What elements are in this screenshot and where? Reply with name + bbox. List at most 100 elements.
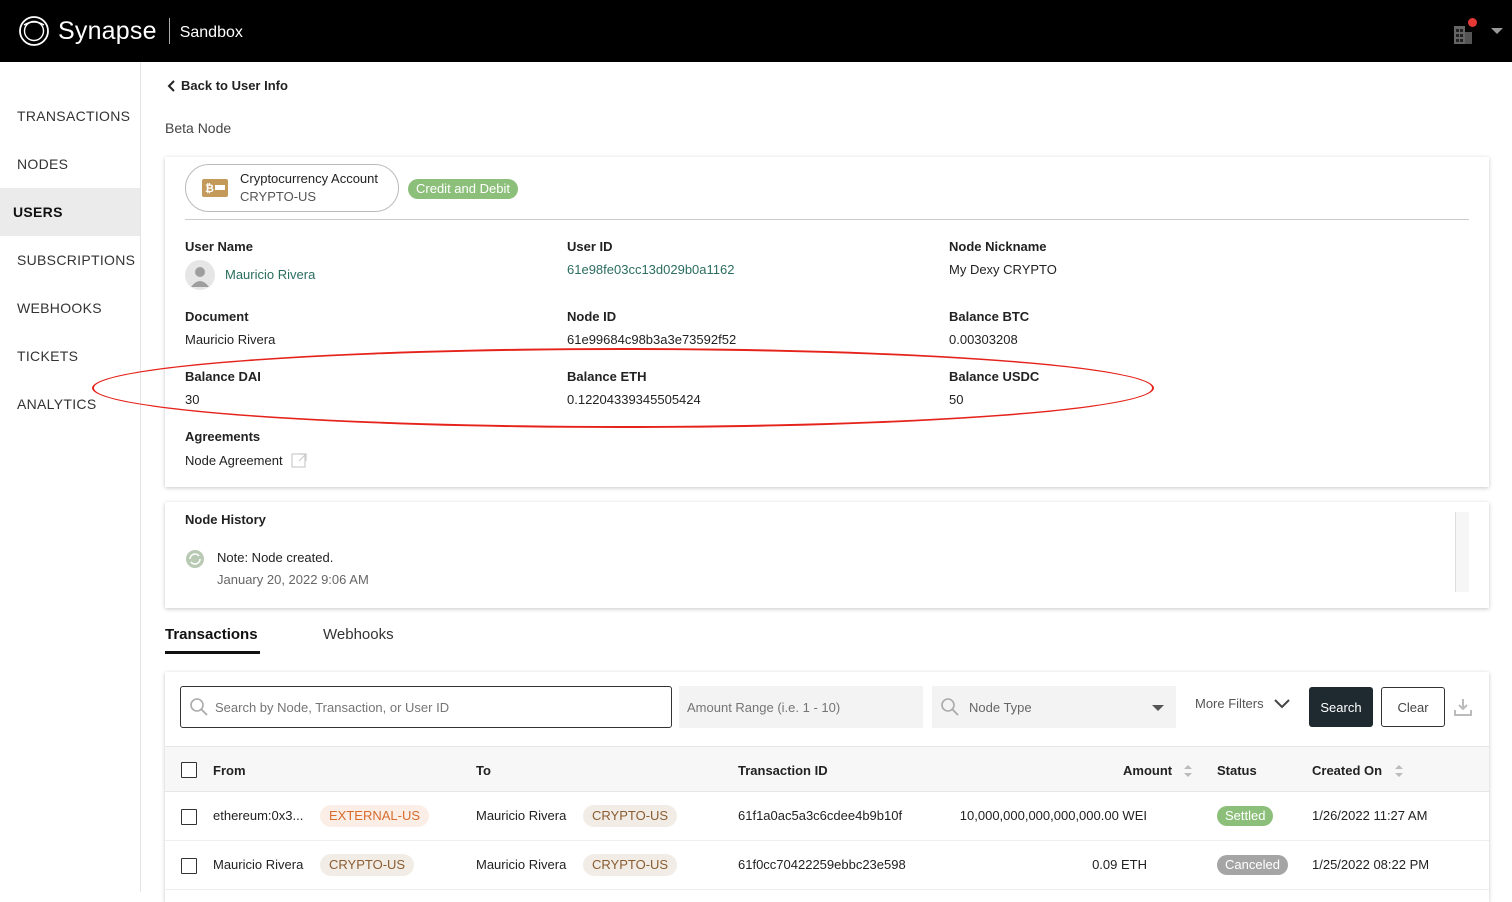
row-from-tag: CRYPTO-US xyxy=(320,854,415,876)
table-row[interactable]: Mauricio Rivera CRYPTO-US Mauricio River… xyxy=(165,841,1489,890)
sidebar-item-webhooks[interactable]: WEBHOOKS xyxy=(0,284,140,332)
search-button[interactable]: Search xyxy=(1309,687,1373,727)
search-input[interactable] xyxy=(215,699,655,715)
row-from: Mauricio Rivera xyxy=(213,857,304,872)
column-transaction-id[interactable]: Transaction ID xyxy=(738,763,828,778)
column-created-on[interactable]: Created On xyxy=(1312,763,1382,778)
node-type-placeholder: Node Type xyxy=(969,699,1032,715)
active-tab-indicator xyxy=(165,651,260,654)
history-note: Note: Node created. xyxy=(217,550,334,565)
column-from[interactable]: From xyxy=(213,763,246,778)
node-agreement-link[interactable]: Node Agreement xyxy=(185,452,307,468)
tab-transactions[interactable]: Transactions xyxy=(165,626,258,643)
chevron-down-icon[interactable] xyxy=(1490,26,1504,36)
sidebar-item-nodes[interactable]: NODES xyxy=(0,140,140,188)
account-type-pill: ₿ Cryptocurrency Account CRYPTO-US xyxy=(185,164,399,212)
row-checkbox[interactable] xyxy=(181,858,197,874)
node-history-card: Node History Note: Node created. January… xyxy=(165,502,1489,608)
tab-webhooks[interactable]: Webhooks xyxy=(323,626,394,643)
avatar xyxy=(185,260,215,290)
back-to-user-info-link[interactable]: Back to User Info xyxy=(167,78,288,93)
main-content: Back to User Info Beta Node ₿ Cryptocurr… xyxy=(141,62,1512,902)
status-badge: Settled xyxy=(1217,806,1274,826)
node-nickname-value: My Dexy CRYPTO xyxy=(949,262,1057,277)
synapse-logo[interactable]: Synapse Sandbox xyxy=(18,15,243,47)
account-type-code: CRYPTO-US xyxy=(240,189,317,204)
column-amount[interactable]: Amount xyxy=(1123,763,1172,778)
sidebar-item-transactions[interactable]: TRANSACTIONS xyxy=(0,92,140,140)
row-to: Mauricio Rivera xyxy=(476,808,567,823)
crypto-card-icon: ₿ xyxy=(202,179,228,197)
caret-down-icon xyxy=(1152,705,1164,711)
org-menu-button[interactable] xyxy=(1452,18,1482,44)
brand-name: Synapse xyxy=(58,16,157,45)
sidebar-item-users[interactable]: USERS xyxy=(0,188,140,236)
environment-label: Sandbox xyxy=(179,23,243,41)
node-history-title: Node History xyxy=(185,512,266,527)
row-from-tag: EXTERNAL-US xyxy=(320,805,430,827)
row-amount: 0.09 ETH xyxy=(1092,857,1147,872)
sidebar-item-tickets[interactable]: TICKETS xyxy=(0,332,140,380)
node-id-label: Node ID xyxy=(567,309,617,324)
row-created-on: 1/25/2022 08:22 PM xyxy=(1312,857,1430,872)
sidebar-item-subscriptions[interactable]: SUBSCRIPTIONS xyxy=(0,236,140,284)
node-id-value: 61e99684c98b3a3e73592f52 xyxy=(567,332,737,347)
row-to: Mauricio Rivera xyxy=(476,857,567,872)
annotation-ellipse xyxy=(92,348,1154,428)
transactions-table-card: Node Type More Filters Search Clear From… xyxy=(165,672,1489,902)
external-link-icon xyxy=(290,453,307,468)
status-badge: Canceled xyxy=(1217,855,1288,875)
column-status[interactable]: Status xyxy=(1217,763,1257,778)
table-header: From To Transaction ID Amount Status Cre… xyxy=(165,746,1489,792)
node-nickname-label: Node Nickname xyxy=(949,239,1047,254)
brand-separator xyxy=(168,18,170,44)
user-id-label: User ID xyxy=(567,239,613,254)
user-name-label: User Name xyxy=(185,239,253,254)
node-agreement-label: Node Agreement xyxy=(185,452,283,468)
permission-tag: Credit and Debit xyxy=(408,179,518,199)
clear-button[interactable]: Clear xyxy=(1381,687,1445,727)
synapse-logo-icon xyxy=(19,16,49,46)
node-type-select[interactable]: Node Type xyxy=(932,686,1176,728)
page-subtitle: Beta Node xyxy=(165,120,232,136)
user-name-link[interactable]: Mauricio Rivera xyxy=(225,267,315,282)
refresh-icon xyxy=(186,550,204,568)
user-avatar-icon xyxy=(191,267,209,287)
card-divider xyxy=(185,219,1469,220)
row-to-tag: CRYPTO-US xyxy=(583,805,678,827)
select-all-checkbox[interactable] xyxy=(181,762,197,778)
row-transaction-id[interactable]: 61f1a0ac5a3c6cdee4b9b10f xyxy=(738,808,902,823)
row-amount: 10,000,000,000,000,000.00 WEI xyxy=(959,808,1147,823)
svg-text:₿: ₿ xyxy=(205,182,214,195)
document-value: Mauricio Rivera xyxy=(185,332,276,347)
amount-range-box xyxy=(679,686,923,728)
sort-icon[interactable] xyxy=(1394,764,1404,778)
document-label: Document xyxy=(185,309,249,324)
agreements-label: Agreements xyxy=(185,429,261,444)
chevron-left-icon xyxy=(167,79,175,92)
notification-dot xyxy=(1468,18,1477,27)
top-bar: Synapse Sandbox xyxy=(0,0,1512,62)
table-row[interactable]: ethereum:0x3... EXTERNAL-US Mauricio Riv… xyxy=(165,792,1489,841)
search-icon xyxy=(190,698,208,716)
sort-icon[interactable] xyxy=(1183,764,1193,778)
row-checkbox[interactable] xyxy=(181,809,197,825)
sidebar: TRANSACTIONS NODES USERS SUBSCRIPTIONS W… xyxy=(0,62,141,892)
history-scrollbar[interactable] xyxy=(1455,512,1469,592)
balance-btc-value: 0.00303208 xyxy=(949,332,1018,347)
back-link-label: Back to User Info xyxy=(181,78,288,93)
node-info-card: ₿ Cryptocurrency Account CRYPTO-US Credi… xyxy=(165,157,1489,487)
user-id-link[interactable]: 61e98fe03cc13d029b0a1162 xyxy=(567,262,734,277)
row-created-on: 1/26/2022 11:27 AM xyxy=(1312,808,1428,823)
amount-range-input[interactable] xyxy=(687,699,907,715)
search-box xyxy=(180,686,672,728)
more-filters-button[interactable]: More Filters xyxy=(1195,696,1290,711)
row-transaction-id[interactable]: 61f0cc70422259ebbc23e598 xyxy=(738,857,906,872)
row-from: ethereum:0x3... xyxy=(213,808,304,823)
row-to-tag: CRYPTO-US xyxy=(583,854,678,876)
chevron-down-icon xyxy=(1273,698,1290,708)
balance-btc-label: Balance BTC xyxy=(949,309,1030,324)
more-filters-label: More Filters xyxy=(1195,696,1264,711)
column-to[interactable]: To xyxy=(476,763,491,778)
download-icon[interactable] xyxy=(1453,697,1473,717)
